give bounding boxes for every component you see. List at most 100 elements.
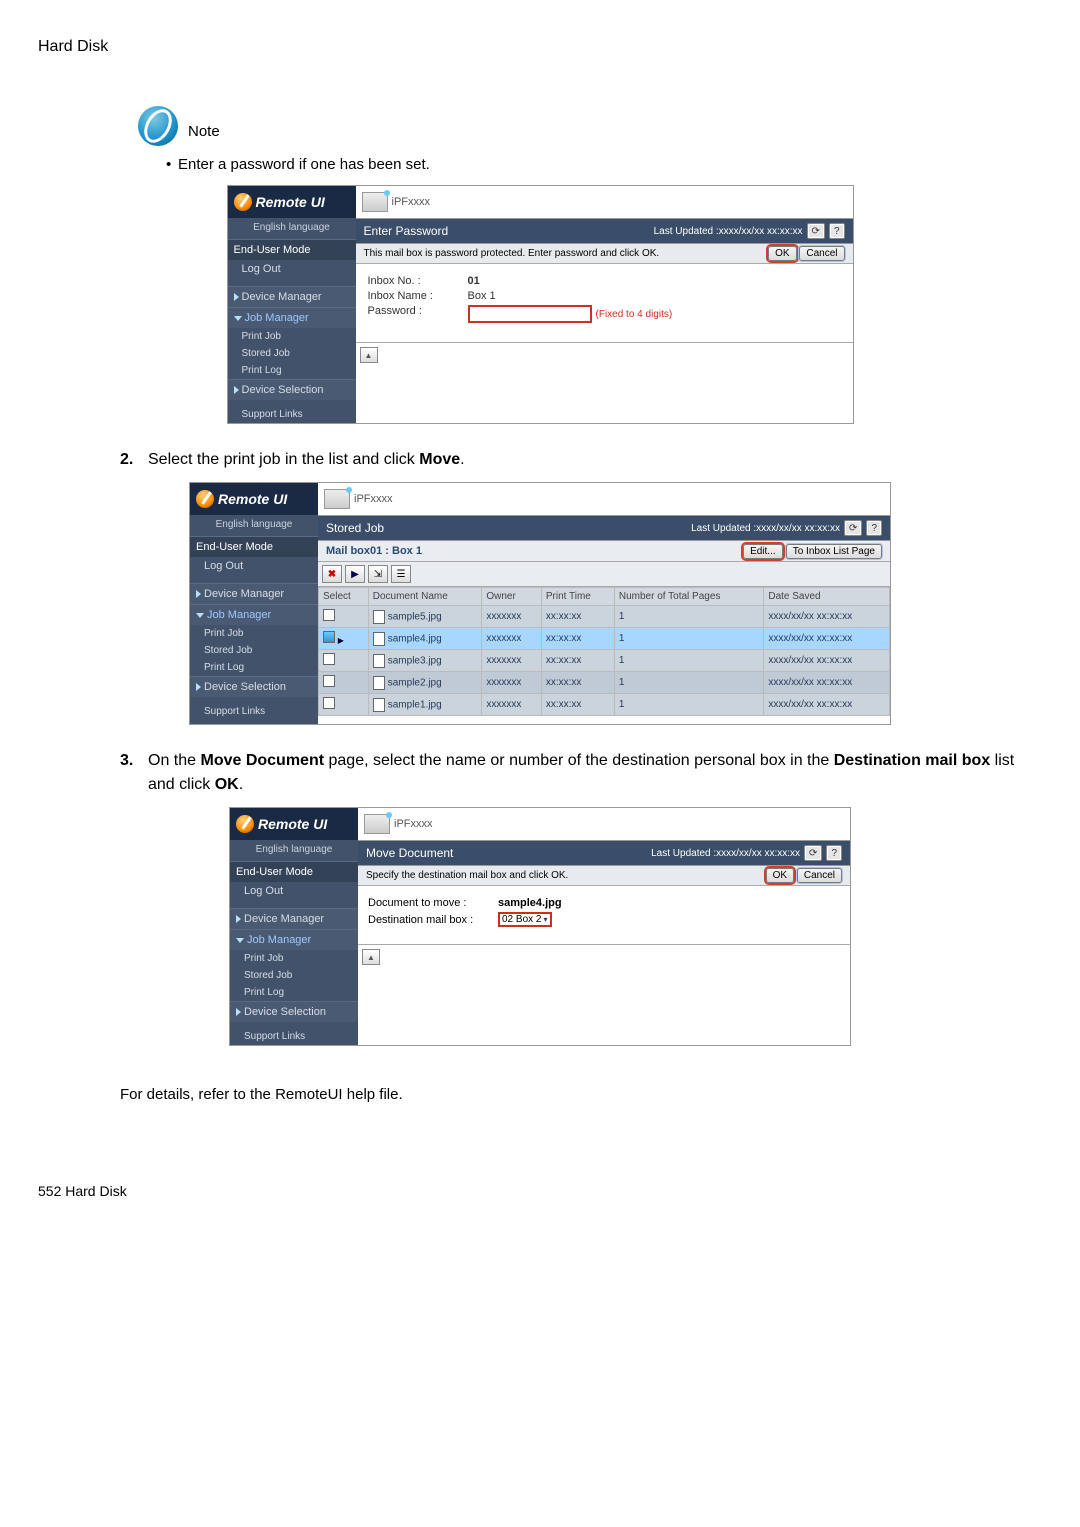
- password-input[interactable]: [468, 305, 592, 323]
- table-row[interactable]: sample2.jpgxxxxxxxxx:xx:xx1xxxx/xx/xx xx…: [319, 672, 890, 694]
- col-date-saved[interactable]: Date Saved: [764, 588, 890, 606]
- properties-button[interactable]: ☰: [391, 565, 411, 583]
- printer-icon: [362, 192, 388, 212]
- refresh-button[interactable]: ⟳: [807, 223, 825, 239]
- move-button[interactable]: ⇲: [368, 565, 388, 583]
- panel-header: Enter Password Last Updated :xxxx/xx/xx …: [356, 218, 853, 244]
- nav-device-selection[interactable]: Device Selection: [230, 1001, 358, 1022]
- nav-label: Device Manager: [204, 588, 284, 600]
- ok-button[interactable]: OK: [766, 868, 794, 883]
- nav-label: Device Selection: [204, 681, 286, 693]
- print-time: xx:xx:xx: [541, 694, 614, 716]
- nav-support-links[interactable]: Support Links: [190, 703, 318, 720]
- cancel-button[interactable]: Cancel: [797, 868, 842, 883]
- nav-job-manager[interactable]: Job Manager: [190, 604, 318, 625]
- language-link[interactable]: English language: [230, 840, 358, 861]
- doc-name: sample3.jpg: [388, 655, 442, 666]
- nav-print-job[interactable]: Print Job: [228, 328, 356, 345]
- chevron-right-icon: [236, 1008, 241, 1016]
- print-button[interactable]: ▶: [345, 565, 365, 583]
- pages: 1: [614, 628, 763, 650]
- pages: 1: [614, 650, 763, 672]
- edit-button[interactable]: Edit...: [743, 544, 783, 559]
- step-bold: Destination mail box: [834, 752, 990, 769]
- scroll-up-button[interactable]: ▲: [360, 347, 378, 363]
- nav-job-manager[interactable]: Job Manager: [228, 307, 356, 328]
- last-updated: Last Updated :xxxx/xx/xx xx:xx:xx: [651, 848, 800, 859]
- refresh-button[interactable]: ⟳: [844, 520, 862, 536]
- table-row[interactable]: sample3.jpgxxxxxxxxx:xx:xx1xxxx/xx/xx xx…: [319, 650, 890, 672]
- step-text: On the: [148, 752, 200, 769]
- nav-device-selection[interactable]: Device Selection: [190, 676, 318, 697]
- language-link[interactable]: English language: [190, 515, 318, 536]
- nav-print-log[interactable]: Print Log: [190, 659, 318, 676]
- col-document[interactable]: Document Name: [368, 588, 482, 606]
- logout-link[interactable]: Log Out: [190, 557, 318, 577]
- destination-select[interactable]: 02 Box 2 ▾: [498, 912, 552, 927]
- table-row[interactable]: sample5.jpgxxxxxxxxx:xx:xx1xxxx/xx/xx xx…: [319, 606, 890, 628]
- help-button[interactable]: ?: [866, 520, 882, 536]
- table-row[interactable]: sample1.jpgxxxxxxxxx:xx:xx1xxxx/xx/xx xx…: [319, 694, 890, 716]
- step-text: Select the print job in the list and cli…: [148, 451, 419, 468]
- nav-stored-job[interactable]: Stored Job: [230, 967, 358, 984]
- chevron-right-icon: [196, 683, 201, 691]
- remote-ui-header: Remote UI: [230, 808, 358, 840]
- row-checkbox[interactable]: [323, 609, 335, 621]
- section-header: Hard Disk: [38, 38, 1042, 56]
- nav-print-log[interactable]: Print Log: [230, 984, 358, 1001]
- remote-ui-title: Remote UI: [256, 194, 325, 210]
- nav-print-log[interactable]: Print Log: [228, 362, 356, 379]
- printer-model: iPFxxxx: [394, 818, 433, 830]
- nav-support-links[interactable]: Support Links: [228, 406, 356, 423]
- nav-support-links[interactable]: Support Links: [230, 1028, 358, 1045]
- logout-link[interactable]: Log Out: [228, 260, 356, 280]
- remote-ui-header: Remote UI: [228, 186, 356, 218]
- row-checkbox[interactable]: [323, 653, 335, 665]
- remote-ui-icon: [234, 193, 252, 211]
- refresh-button[interactable]: ⟳: [804, 845, 822, 861]
- nav-stored-job[interactable]: Stored Job: [190, 642, 318, 659]
- step-3: 3. On the Move Document page, select the…: [120, 749, 1042, 797]
- chevron-down-icon: [234, 316, 242, 321]
- row-checkbox[interactable]: [323, 697, 335, 709]
- remote-ui-title: Remote UI: [258, 816, 327, 832]
- col-pages[interactable]: Number of Total Pages: [614, 588, 763, 606]
- file-icon: [373, 632, 385, 646]
- nav-job-manager[interactable]: Job Manager: [230, 929, 358, 950]
- scroll-up-button[interactable]: ▲: [362, 949, 380, 965]
- user-mode: End-User Mode: [230, 861, 358, 882]
- panel-header: Stored Job Last Updated :xxxx/xx/xx xx:x…: [318, 515, 890, 541]
- nav-device-manager[interactable]: Device Manager: [230, 908, 358, 929]
- logout-link[interactable]: Log Out: [230, 882, 358, 902]
- help-button[interactable]: ?: [829, 223, 845, 239]
- nav-stored-job[interactable]: Stored Job: [228, 345, 356, 362]
- col-owner[interactable]: Owner: [482, 588, 541, 606]
- warning-text: This mail box is password protected. Ent…: [364, 248, 660, 259]
- note-bullet: •Enter a password if one has been set.: [166, 156, 1042, 173]
- panel-title: Stored Job: [326, 521, 384, 535]
- language-link[interactable]: English language: [228, 218, 356, 239]
- help-button[interactable]: ?: [826, 845, 842, 861]
- to-inbox-list-button[interactable]: To Inbox List Page: [786, 544, 882, 559]
- destination-value: 02 Box 2: [502, 914, 541, 925]
- cancel-button[interactable]: Cancel: [799, 246, 844, 261]
- nav-print-job[interactable]: Print Job: [190, 625, 318, 642]
- nav-label: Device Selection: [242, 384, 324, 396]
- nav-device-manager[interactable]: Device Manager: [190, 583, 318, 604]
- row-checkbox[interactable]: [323, 631, 335, 643]
- step-number: 2.: [120, 448, 140, 472]
- step-number: 3.: [120, 749, 140, 797]
- nav-device-selection[interactable]: Device Selection: [228, 379, 356, 400]
- nav-print-job[interactable]: Print Job: [230, 950, 358, 967]
- row-checkbox[interactable]: [323, 675, 335, 687]
- page-footer: 552 Hard Disk: [38, 1183, 1042, 1199]
- col-print-time[interactable]: Print Time: [541, 588, 614, 606]
- note-bullet-text: Enter a password if one has been set.: [178, 156, 430, 173]
- print-time: xx:xx:xx: [541, 606, 614, 628]
- nav-device-manager[interactable]: Device Manager: [228, 286, 356, 307]
- table-row[interactable]: ▶sample4.jpgxxxxxxxxx:xx:xx1xxxx/xx/xx x…: [319, 628, 890, 650]
- delete-button[interactable]: ✖: [322, 565, 342, 583]
- ok-button[interactable]: OK: [768, 246, 796, 261]
- col-select[interactable]: Select: [319, 588, 369, 606]
- note-icon: [138, 106, 178, 146]
